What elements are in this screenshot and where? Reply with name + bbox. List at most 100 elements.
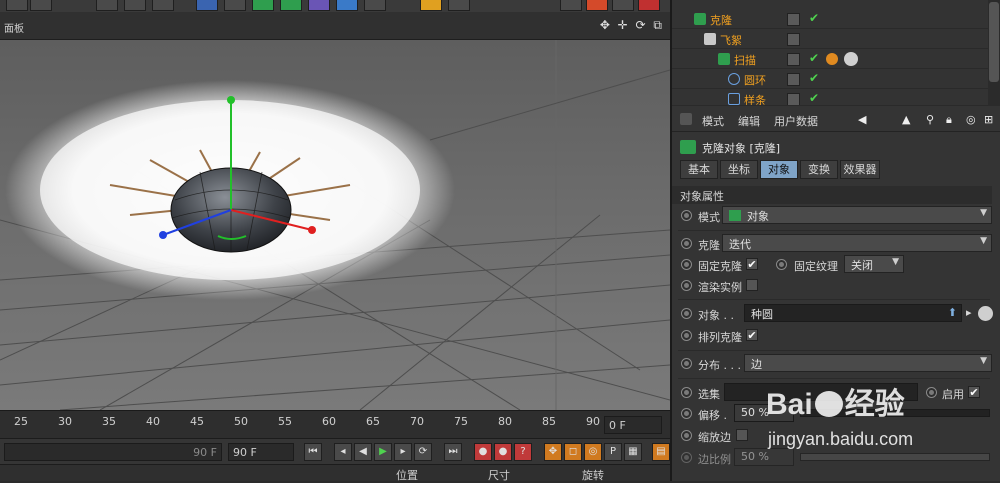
render-instances-radio[interactable] (681, 280, 692, 291)
visibility-toggle[interactable] (787, 93, 800, 105)
play-icon[interactable]: ▶ (374, 443, 392, 461)
fix-clone-checkbox[interactable]: ✔ (746, 258, 758, 270)
up-arrow-icon[interactable]: ▲ (902, 113, 910, 126)
prev-key-icon[interactable]: ◂ (334, 443, 352, 461)
goto-start-icon[interactable]: ⏮ (304, 443, 322, 461)
object-link-field[interactable]: 种圆 ⬆ (744, 304, 962, 322)
object-row[interactable]: 扫描 ✔ (672, 50, 990, 69)
link-target-icon[interactable]: ⬆ (948, 306, 957, 319)
render-instances-label: 渲染实例 (698, 281, 742, 294)
tab-object[interactable]: 对象 (760, 160, 798, 179)
tag-icon[interactable] (448, 0, 470, 11)
visibility-toggle[interactable] (787, 13, 800, 26)
clones-select[interactable]: 迭代 ▼ (722, 234, 992, 252)
mode-radio[interactable] (681, 210, 692, 221)
render-settings-icon[interactable] (152, 0, 174, 11)
material-sphere-icon[interactable] (844, 52, 858, 66)
redo-icon[interactable] (30, 0, 52, 11)
main-toolbar (0, 0, 670, 12)
param-key-icon[interactable]: P (604, 443, 622, 461)
render-view-icon[interactable] (96, 0, 118, 11)
grid-key-icon[interactable]: ▦ (624, 443, 642, 461)
visibility-toggle[interactable] (787, 33, 800, 46)
enabled-check-icon[interactable]: ✔ (809, 71, 819, 85)
visibility-toggle[interactable] (787, 53, 800, 66)
visibility-toggle[interactable] (787, 73, 800, 86)
object-label: 对象 . . (698, 309, 734, 322)
search-icon[interactable]: ⚲ (926, 113, 934, 126)
animation-icon[interactable] (560, 0, 582, 11)
menu-user-data[interactable]: 用户数据 (774, 113, 818, 129)
pen-icon[interactable] (224, 0, 246, 11)
object-row[interactable]: 飞絮 (672, 30, 990, 49)
render-instances-checkbox[interactable] (746, 279, 758, 291)
distribution-select[interactable]: 边 ▼ (744, 354, 992, 372)
end-frame-field[interactable]: 90 F (4, 443, 222, 461)
target-icon[interactable]: ◎ (966, 113, 976, 126)
scale-edge-checkbox[interactable] (736, 429, 748, 441)
prev-frame-icon[interactable]: ◀ (354, 443, 372, 461)
export-icon[interactable] (638, 0, 660, 11)
arrange-clones-radio[interactable] (681, 330, 692, 341)
auto-key-icon[interactable]: ● (494, 443, 512, 461)
fix-texture-select[interactable]: 关闭 ▼ (844, 255, 904, 273)
timeline-ruler[interactable]: 25 30 35 40 45 50 55 60 65 70 75 80 85 9… (0, 410, 670, 438)
fix-clone-radio[interactable] (681, 259, 692, 270)
render-icon[interactable] (124, 0, 146, 11)
tab-transform[interactable]: 变换 (800, 160, 838, 179)
menu-edit[interactable]: 编辑 (738, 113, 760, 129)
array-icon[interactable] (280, 0, 302, 11)
record-icon[interactable] (586, 0, 608, 11)
object-manager-scrollbar[interactable] (988, 0, 1000, 106)
tab-coord[interactable]: 坐标 (720, 160, 758, 179)
pick-cursor-icon[interactable] (978, 306, 993, 321)
viewport-nav-icons[interactable]: ✥ ✛ ⟳ ⧉ (600, 18, 664, 33)
scale-edge-radio[interactable] (681, 430, 692, 441)
max-frame-field[interactable]: 90 F (228, 443, 294, 461)
distribution-radio[interactable] (681, 358, 692, 369)
enabled-check-icon[interactable]: ✔ (809, 11, 819, 25)
layout-switch-icon[interactable]: ▤ (652, 443, 670, 461)
arrange-clones-checkbox[interactable]: ✔ (746, 329, 758, 341)
3d-viewport[interactable] (0, 40, 670, 410)
tab-effectors[interactable]: 效果器 (840, 160, 880, 179)
enabled-check-icon[interactable]: ✔ (809, 91, 819, 105)
object-row[interactable]: 样条 ✔ (672, 90, 990, 106)
object-radio[interactable] (681, 308, 692, 319)
object-row[interactable]: 克隆 ✔ (672, 10, 990, 29)
move-key-icon[interactable]: ✥ (544, 443, 562, 461)
object-row[interactable]: 圆环 ✔ (672, 70, 990, 89)
clones-radio[interactable] (681, 238, 692, 249)
fix-texture-radio[interactable] (776, 259, 787, 270)
mode-select[interactable]: 对象 ▼ (722, 206, 992, 224)
link-arrow-icon[interactable]: ▸ (966, 306, 972, 319)
menu-mode[interactable]: 模式 (702, 113, 724, 129)
arrange-clones-label: 排列克隆 (698, 331, 742, 344)
rotate-key-icon[interactable]: ◎ (584, 443, 602, 461)
undo-icon[interactable] (6, 0, 28, 11)
deformer-icon[interactable] (308, 0, 330, 11)
next-key-icon[interactable]: ⟳ (414, 443, 432, 461)
record-key-icon[interactable]: ● (474, 443, 492, 461)
light-icon[interactable] (420, 0, 442, 11)
next-frame-icon[interactable]: ▸ (394, 443, 412, 461)
offset-radio[interactable] (681, 408, 692, 419)
enabled-check-icon[interactable]: ✔ (809, 51, 819, 65)
cube-icon[interactable] (196, 0, 218, 11)
current-frame-field[interactable]: 0 F (604, 416, 662, 434)
layout-icon[interactable] (612, 0, 634, 11)
edge-ratio-radio[interactable] (681, 452, 692, 463)
material-tag-icon[interactable] (826, 53, 838, 65)
new-panel-icon[interactable]: ⊞ (984, 113, 993, 126)
lock-icon[interactable]: 🔒︎ (946, 113, 952, 127)
camera-icon[interactable] (364, 0, 386, 11)
scale-key-icon[interactable]: ◻ (564, 443, 582, 461)
viewport-panel-label[interactable]: 面板 (4, 20, 24, 35)
keyframe-selection-icon[interactable]: ? (514, 443, 532, 461)
floor-icon[interactable] (336, 0, 358, 11)
back-arrow-icon[interactable]: ◀ (858, 113, 866, 126)
tab-basic[interactable]: 基本 (680, 160, 718, 179)
selection-radio[interactable] (681, 387, 692, 398)
subdivision-icon[interactable] (252, 0, 274, 11)
goto-end-icon[interactable]: ⏭ (444, 443, 462, 461)
